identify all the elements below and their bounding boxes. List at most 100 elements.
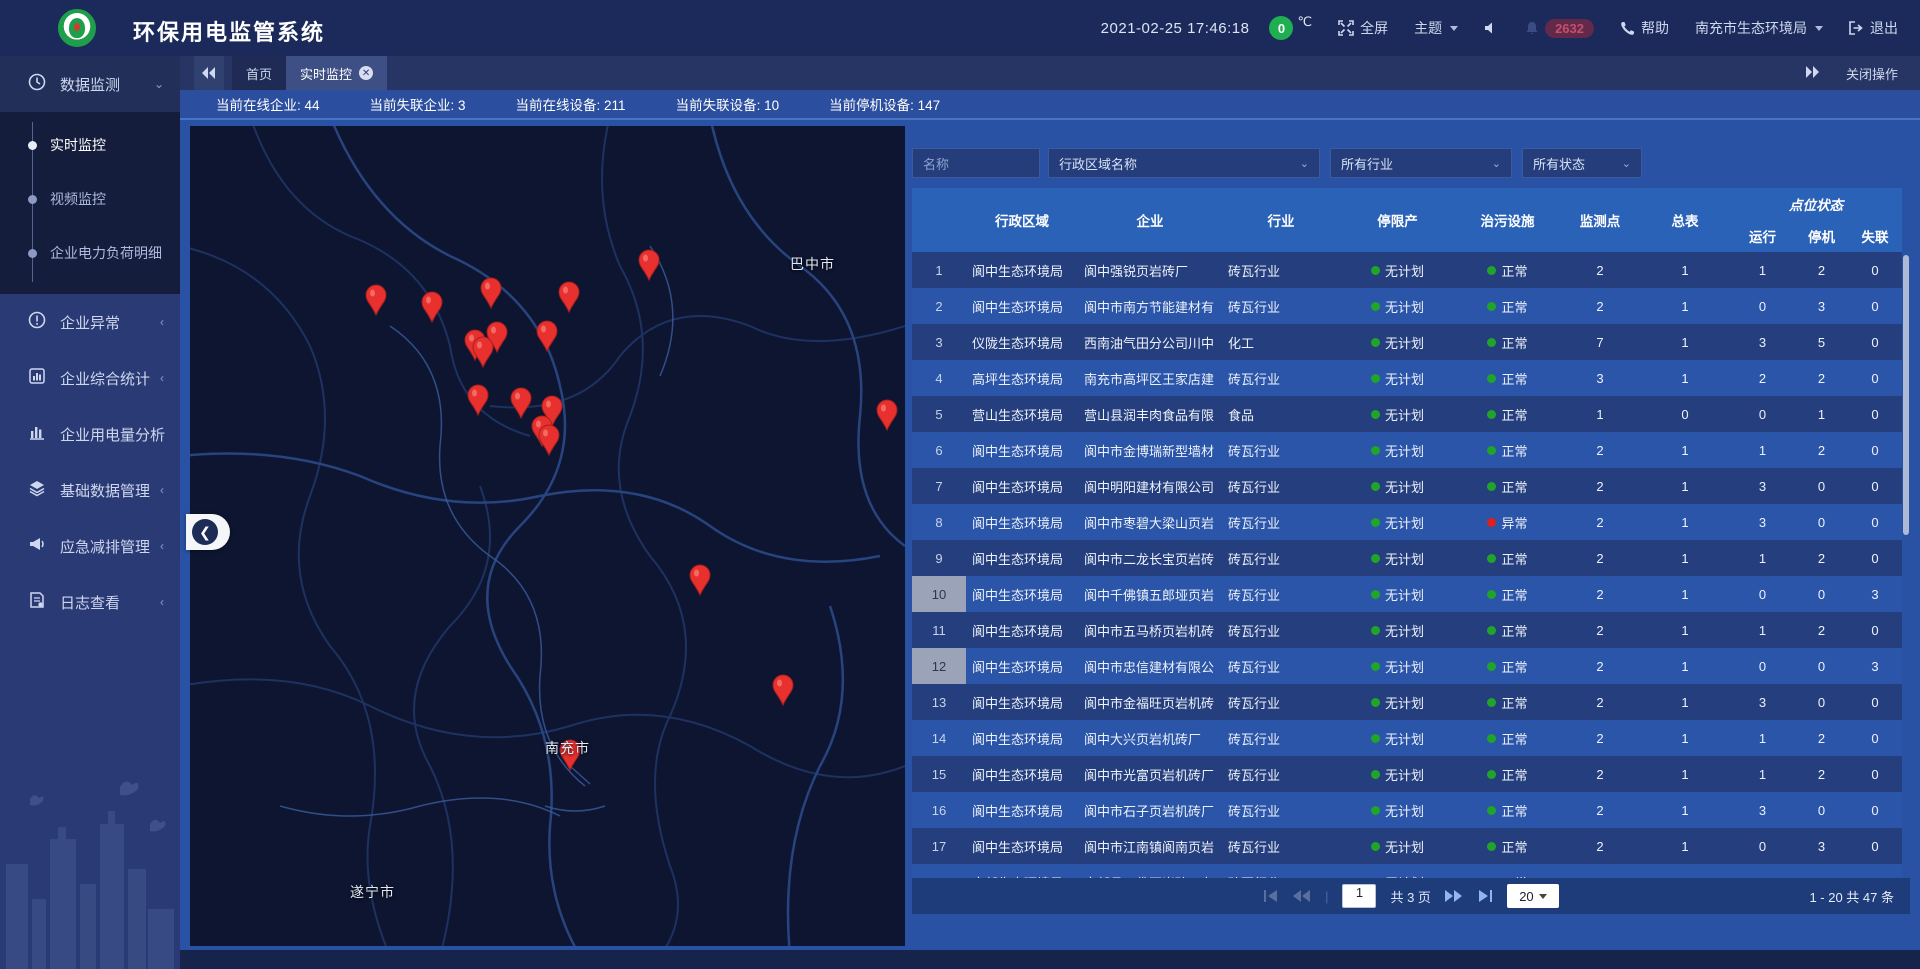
map-pin-icon[interactable] xyxy=(773,675,793,705)
map-pin-icon[interactable] xyxy=(511,388,531,418)
table-row[interactable]: 16阆中生态环境局阆中市石子页岩机砖厂砖瓦行业无计划正常21300 xyxy=(912,792,1902,828)
gauge-icon xyxy=(28,73,46,95)
sound-toggle[interactable] xyxy=(1484,21,1499,35)
map-pin-icon[interactable] xyxy=(877,400,897,430)
industry-cell: 砖瓦行业 xyxy=(1222,720,1340,756)
sidebar-item-5[interactable]: 应急减排管理‹ xyxy=(0,518,180,574)
submenu-dot-icon xyxy=(28,195,37,204)
status-select[interactable]: 所有状态 ⌄ xyxy=(1522,148,1642,178)
map-panel[interactable]: 巴中市南充市遂宁市 xyxy=(190,126,905,946)
table-row[interactable]: 3仪陇生态环境局西南油气田分公司川中化工无计划正常71350 xyxy=(912,324,1902,360)
sidebar-item-1[interactable]: 企业异常‹ xyxy=(0,294,180,350)
sidebar-item-6[interactable]: 日志查看‹ xyxy=(0,574,180,630)
close-tab-icon[interactable]: ✕ xyxy=(359,66,373,80)
org-dropdown[interactable]: 南充市生态环境局 xyxy=(1695,18,1823,38)
monitor-count-cell: 2 xyxy=(1560,684,1640,720)
table-row[interactable]: 2阆中生态环境局阆中市南方节能建材有砖瓦行业无计划正常21030 xyxy=(912,288,1902,324)
status-dot-icon xyxy=(1487,662,1496,671)
chevron-left-icon: ‹ xyxy=(160,315,164,329)
run-count-cell: 1 xyxy=(1730,612,1795,648)
map-pin-icon[interactable] xyxy=(539,425,559,455)
total-meter-cell: 1 xyxy=(1640,540,1730,576)
map-pin-icon[interactable] xyxy=(468,385,488,415)
lost-count-cell: 0 xyxy=(1848,540,1902,576)
table-row[interactable]: 6阆中生态环境局阆中市金博瑞新型墙材砖瓦行业无计划正常21120 xyxy=(912,432,1902,468)
first-page-button[interactable] xyxy=(1263,890,1279,902)
region-cell: 阆中生态环境局 xyxy=(966,468,1078,504)
table-row[interactable]: 15阆中生态环境局阆中市光富页岩机砖厂砖瓦行业无计划正常21120 xyxy=(912,756,1902,792)
table-row[interactable]: 9阆中生态环境局阆中市二龙长宝页岩砖砖瓦行业无计划正常21120 xyxy=(912,540,1902,576)
status-dot-icon xyxy=(1371,842,1380,851)
industry-cell: 砖瓦行业 xyxy=(1222,360,1340,396)
table-row[interactable]: 8阆中生态环境局阆中市枣碧大梁山页岩砖瓦行业无计划异常21300 xyxy=(912,504,1902,540)
map-pin-icon[interactable] xyxy=(366,285,386,315)
last-page-button[interactable] xyxy=(1477,890,1493,902)
sidebar-item-4[interactable]: 基础数据管理‹ xyxy=(0,462,180,518)
lost-count-cell: 3 xyxy=(1848,864,1902,878)
monitor-count-cell: 7 xyxy=(1560,324,1640,360)
halt-status-cell: 无计划 xyxy=(1340,828,1455,864)
name-search-input[interactable]: 名称 xyxy=(912,148,1040,178)
table-header: 行政区域 企业 行业 停限产 治污设施 监测点 总表 点位状态 运行 停机 失联 xyxy=(912,188,1902,252)
status-dot-icon xyxy=(1487,446,1496,455)
phone-icon xyxy=(1620,21,1635,36)
region-select[interactable]: 行政区域名称 ⌄ xyxy=(1048,148,1320,178)
map-pin-icon[interactable] xyxy=(639,250,659,280)
halt-status-cell: 无计划 xyxy=(1340,288,1455,324)
stat-item-3: 当前失联设备: 10 xyxy=(676,94,780,114)
region-cell: 阆中生态环境局 xyxy=(966,288,1078,324)
status-dot-icon xyxy=(1487,770,1496,779)
total-meter-cell: 1 xyxy=(1640,324,1730,360)
map-pin-icon[interactable] xyxy=(537,321,557,351)
tabs-scroll-right-button[interactable] xyxy=(1806,66,1820,81)
table-row[interactable]: 5营山生态环境局营山县润丰肉食品有限食品无计划正常10010 xyxy=(912,396,1902,432)
industry-cell: 化工 xyxy=(1222,324,1340,360)
table-scrollbar[interactable] xyxy=(1903,255,1909,535)
table-row[interactable]: 10阆中生态环境局阆中千佛镇五郎垭页岩砖瓦行业无计划正常21003 xyxy=(912,576,1902,612)
table-row[interactable]: 18南部生态环境局南部县双佛页岩砖厂有砖瓦行业无计划正常21003 xyxy=(912,864,1902,878)
table-row[interactable]: 4高坪生态环境局南充市高坪区王家店建砖瓦行业无计划正常31220 xyxy=(912,360,1902,396)
page-size-select[interactable]: 20 xyxy=(1507,884,1559,908)
map-pin-icon[interactable] xyxy=(690,565,710,595)
theme-dropdown[interactable]: 主题 xyxy=(1414,18,1458,38)
table-row[interactable]: 11阆中生态环境局阆中市五马桥页岩机砖砖瓦行业无计划正常21120 xyxy=(912,612,1902,648)
map-pin-icon[interactable] xyxy=(422,292,442,322)
table-row[interactable]: 13阆中生态环境局阆中市金福旺页岩机砖砖瓦行业无计划正常21300 xyxy=(912,684,1902,720)
sidebar-item-3[interactable]: 企业用电量分析‹ xyxy=(0,406,180,462)
industry-select[interactable]: 所有行业 ⌄ xyxy=(1330,148,1512,178)
tab-realtime-monitoring[interactable]: 实时监控 ✕ xyxy=(286,56,387,90)
sidebar-subitem-0[interactable]: 实时监控 xyxy=(0,118,180,172)
help-button[interactable]: 帮助 xyxy=(1620,18,1669,38)
logout-button[interactable]: 退出 xyxy=(1849,18,1898,38)
facility-status-cell: 正常 xyxy=(1455,324,1560,360)
close-operations-button[interactable]: 关闭操作 xyxy=(1846,64,1898,83)
monitor-count-cell: 2 xyxy=(1560,432,1640,468)
sidebar-subitem-1[interactable]: 视频监控 xyxy=(0,172,180,226)
map-city-label-2: 遂宁市 xyxy=(350,882,395,902)
temperature-badge: 0 xyxy=(1269,16,1293,40)
industry-cell: 砖瓦行业 xyxy=(1222,468,1340,504)
table-row[interactable]: 17阆中生态环境局阆中市江南镇阆南页岩砖瓦行业无计划正常21030 xyxy=(912,828,1902,864)
map-pin-icon[interactable] xyxy=(481,278,501,308)
sidebar-item-0[interactable]: 数据监测⌄ xyxy=(0,56,180,112)
table-row[interactable]: 14阆中生态环境局阆中大兴页岩机砖厂砖瓦行业无计划正常21120 xyxy=(912,720,1902,756)
prev-page-button[interactable] xyxy=(1293,890,1311,902)
sidebar-subitem-2[interactable]: 企业电力负荷明细 xyxy=(0,226,180,280)
notifications-button[interactable]: 2632 xyxy=(1525,19,1594,38)
company-cell: 阆中市金福旺页岩机砖 xyxy=(1078,684,1222,720)
next-page-button[interactable] xyxy=(1445,890,1463,902)
submenu-dot-icon xyxy=(28,249,37,258)
page-number-input[interactable]: 1 xyxy=(1342,884,1376,908)
sidebar-item-2[interactable]: 企业综合统计‹ xyxy=(0,350,180,406)
status-dot-icon xyxy=(1371,266,1380,275)
table-row[interactable]: 7阆中生态环境局阆中明阳建材有限公司砖瓦行业无计划正常21300 xyxy=(912,468,1902,504)
col-region: 行政区域 xyxy=(966,188,1078,252)
map-pin-icon[interactable] xyxy=(473,337,493,367)
fullscreen-button[interactable]: 全屏 xyxy=(1338,18,1388,38)
tabs-scroll-left-button[interactable] xyxy=(194,56,224,90)
table-row[interactable]: 12阆中生态环境局阆中市忠信建材有限公砖瓦行业无计划正常21003 xyxy=(912,648,1902,684)
tab-home[interactable]: 首页 xyxy=(232,56,286,90)
table-row[interactable]: 1阆中生态环境局阆中强锐页岩砖厂砖瓦行业无计划正常21120 xyxy=(912,252,1902,288)
sidebar-collapse-handle[interactable]: ❮ xyxy=(186,514,230,550)
map-pin-icon[interactable] xyxy=(559,282,579,312)
